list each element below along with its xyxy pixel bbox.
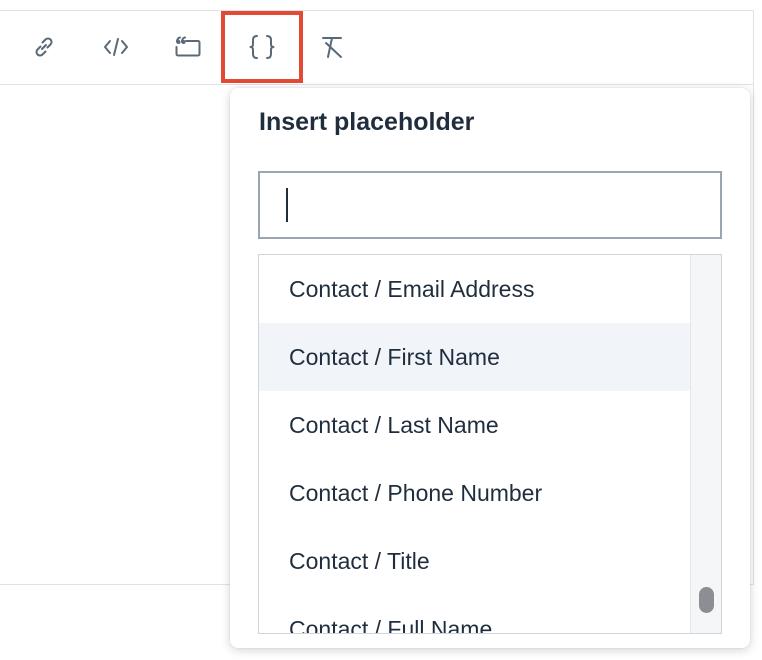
code-icon [104, 38, 128, 56]
scrollbar-thumb[interactable] [699, 587, 714, 613]
blockquote-button[interactable] [164, 24, 212, 70]
placeholder-option[interactable]: Contact / Email Address [259, 255, 690, 323]
placeholder-option[interactable]: Contact / Phone Number [259, 459, 690, 527]
placeholder-option[interactable]: Contact / Last Name [259, 391, 690, 459]
placeholder-option[interactable]: Contact / First Name [259, 323, 690, 391]
text-caret [286, 188, 288, 222]
link-button[interactable] [20, 24, 68, 70]
placeholder-braces-icon [249, 35, 275, 59]
insert-placeholder-popover: Insert placeholder Contact / Email Addre… [230, 88, 750, 648]
placeholder-list-items: Contact / Email Address Contact / First N… [259, 255, 690, 633]
placeholder-option[interactable]: Contact / Title [259, 527, 690, 595]
clear-format-icon [322, 37, 342, 58]
placeholder-search-input[interactable] [258, 171, 722, 239]
popover-title: Insert placeholder [259, 108, 475, 136]
code-button[interactable] [92, 24, 140, 70]
clear-formatting-button[interactable] [309, 24, 357, 70]
list-scrollbar[interactable] [690, 255, 721, 633]
editor-toolbar [0, 11, 753, 85]
quote-icon [175, 36, 201, 57]
insert-placeholder-button[interactable] [221, 11, 303, 83]
placeholder-option[interactable]: Contact / Full Name [259, 595, 690, 633]
link-icon [35, 37, 53, 57]
placeholder-list: Contact / Email Address Contact / First N… [258, 254, 722, 634]
